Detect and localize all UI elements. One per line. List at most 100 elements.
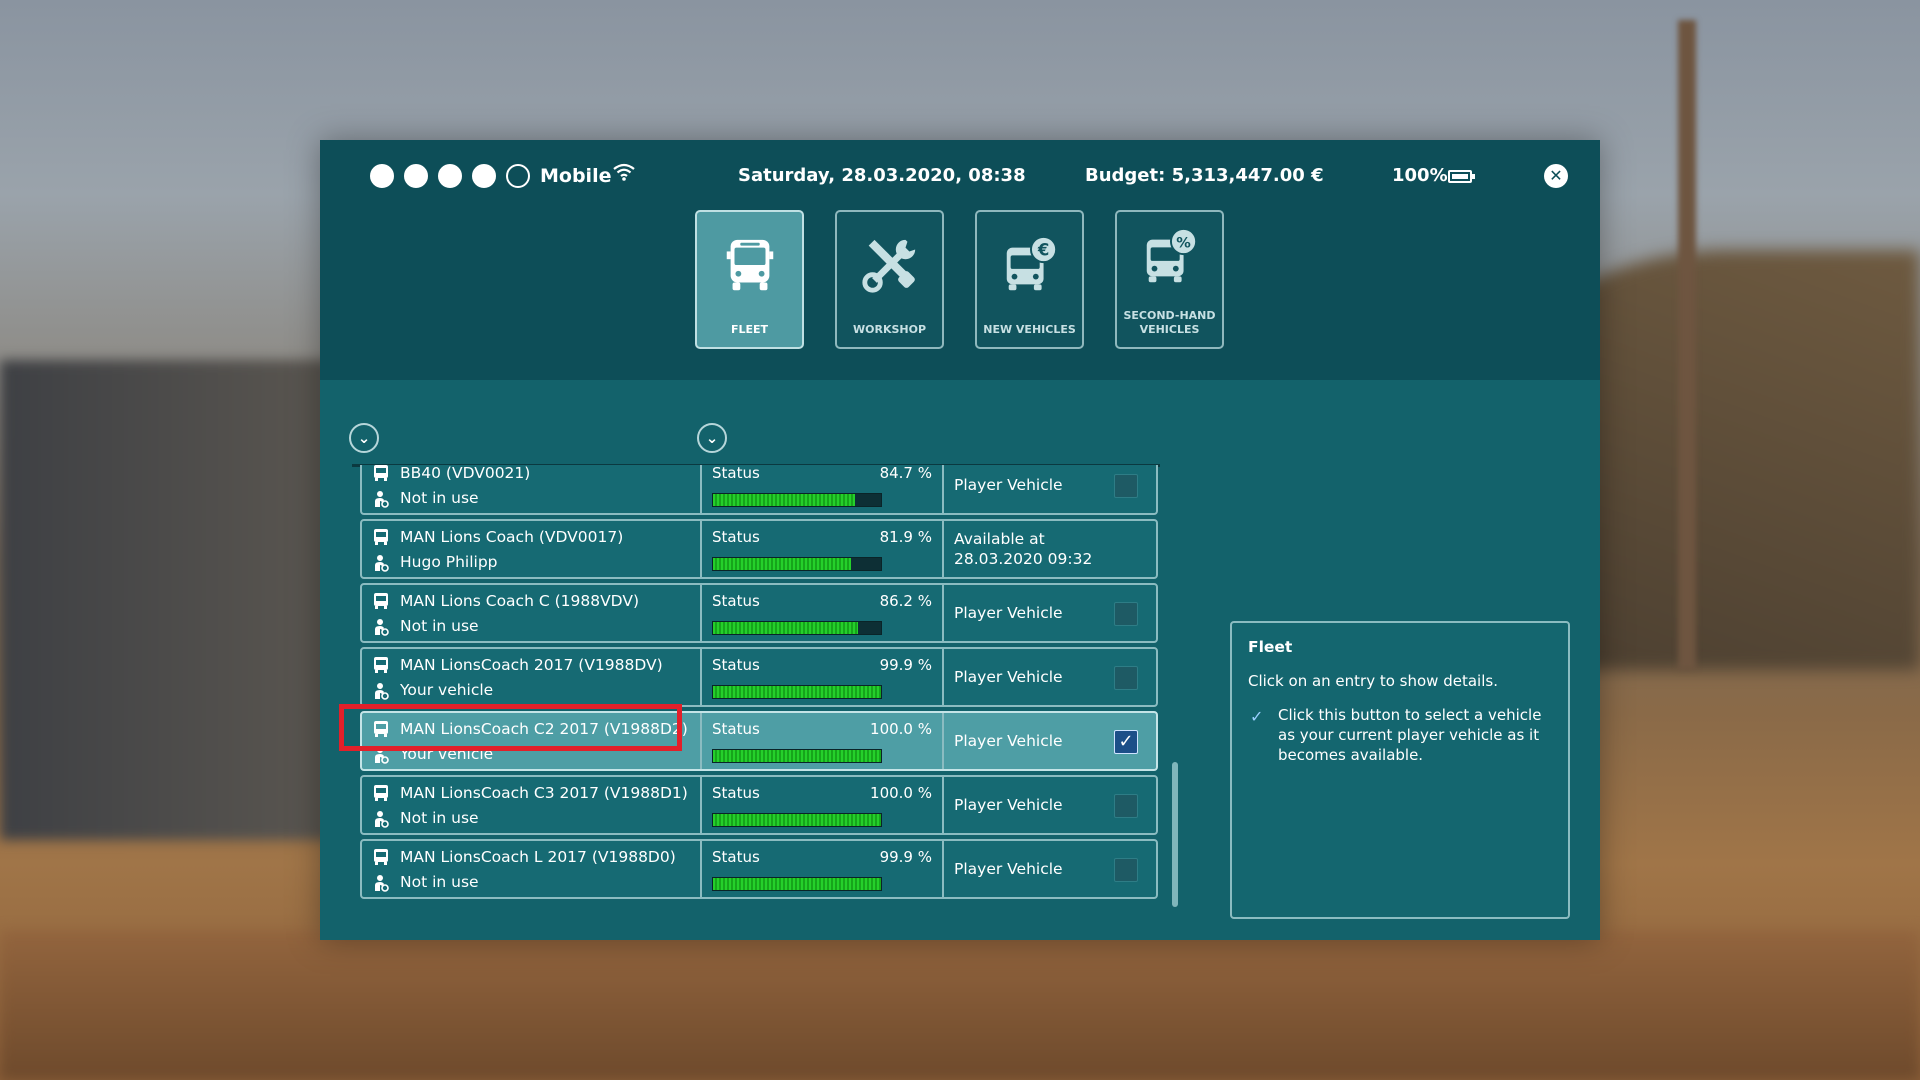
battery-percent: 100% (1392, 165, 1448, 186)
status-bar-fill (713, 558, 851, 570)
vehicle-cell: MAN Lions Coach C (1988VDV) Not in use (362, 585, 702, 641)
status-cell: Status 81.9 % (702, 521, 944, 577)
bus-front-icon (726, 239, 773, 291)
player-vehicle-label: Player Vehicle (954, 476, 1063, 494)
bus-icon (374, 593, 388, 609)
tablet-panel: Mobile Saturday, 28.03.2020, 08:38 Budge… (320, 140, 1600, 940)
status-label: Status (712, 656, 760, 674)
bus-icon (374, 785, 388, 801)
status-percent: 99.9 % (879, 848, 932, 866)
status-label: Status (712, 784, 760, 802)
signal-dot-icon (404, 164, 428, 188)
player-vehicle-checkbox[interactable] (1114, 474, 1138, 498)
vehicle-driver: Your vehicle (400, 681, 494, 699)
status-label: Status (712, 848, 760, 866)
tab-new-vehicles-label: NEW VEHICLES (983, 323, 1076, 336)
tab-second-hand-vehicles[interactable]: % SECOND-HAND VEHICLES (1115, 210, 1224, 349)
driver-icon (375, 875, 389, 892)
fleet-row[interactable]: MAN Lions Coach C (1988VDV) Not in use S… (360, 583, 1158, 643)
driver-icon (375, 683, 389, 700)
status-bar (712, 621, 882, 635)
tab-new-vehicles[interactable]: € NEW VEHICLES (975, 210, 1084, 349)
info-panel: Fleet Click on an entry to show details.… (1230, 621, 1570, 919)
player-vehicle-label: Player Vehicle (954, 668, 1063, 686)
tab-workshop[interactable]: WORKSHOP (835, 210, 944, 349)
status-percent: 86.2 % (879, 592, 932, 610)
background-street-lamp (1678, 20, 1696, 670)
status-percent: 100.0 % (870, 784, 932, 802)
tools-icon (861, 239, 915, 293)
fleet-row[interactable]: BB40 (VDV0021) Not in use Status 84.7 % … (360, 465, 1158, 515)
fleet-row[interactable]: MAN Lions Coach (VDV0017) Hugo Philipp S… (360, 519, 1158, 579)
driver-icon (375, 555, 389, 572)
status-cell: Status 99.9 % (702, 649, 944, 705)
list-scrollbar[interactable] (1172, 762, 1178, 907)
status-cell: Status 100.0 % (702, 713, 944, 769)
sort-vehicle-button[interactable]: ⌄ (349, 423, 379, 453)
vehicle-name: MAN LionsCoach L 2017 (V1988D0) (400, 848, 676, 866)
status-bar-fill (713, 494, 856, 506)
status-percent: 100.0 % (870, 720, 932, 738)
sort-status-button[interactable]: ⌄ (697, 423, 727, 453)
player-vehicle-label: Player Vehicle (954, 796, 1063, 814)
svg-text:%: % (1176, 235, 1191, 251)
tablet-header: Mobile Saturday, 28.03.2020, 08:38 Budge… (320, 140, 1600, 380)
bus-icon (374, 465, 388, 481)
vehicle-name: MAN Lions Coach C (1988VDV) (400, 592, 639, 610)
bus-icon (374, 849, 388, 865)
bus-icon (374, 529, 388, 545)
player-vehicle-label: Player Vehicle (954, 732, 1063, 750)
player-vehicle-cell: Player Vehicle (944, 841, 1158, 897)
tab-fleet-label: FLEET (730, 323, 769, 336)
driver-icon (375, 491, 389, 508)
annotation-highlight-box (339, 704, 682, 751)
info-title: Fleet (1248, 638, 1293, 656)
budget-display: Budget: 5,313,447.00 € (1085, 165, 1324, 186)
player-vehicle-checkbox-checked[interactable]: ✓ (1114, 730, 1138, 754)
status-bar (712, 557, 882, 571)
battery-icon (1448, 170, 1475, 183)
status-bar (712, 749, 882, 763)
tab-fleet[interactable]: FLEET (695, 210, 804, 349)
signal-dot-icon (472, 164, 496, 188)
status-label: Status (712, 592, 760, 610)
driver-icon (375, 811, 389, 828)
vehicle-name: BB40 (VDV0021) (400, 465, 531, 482)
vehicle-cell: MAN Lions Coach (VDV0017) Hugo Philipp (362, 521, 702, 577)
fleet-row[interactable]: MAN LionsCoach 2017 (V1988DV) Your vehic… (360, 647, 1158, 707)
fleet-row[interactable]: MAN LionsCoach C3 2017 (V1988D1) Not in … (360, 775, 1158, 835)
status-bar-fill (713, 686, 881, 698)
vehicle-driver: Hugo Philipp (400, 553, 498, 571)
tab-second-hand-vehicles-label: SECOND-HAND VEHICLES (1123, 309, 1216, 336)
status-percent: 99.9 % (879, 656, 932, 674)
status-label: Status (712, 528, 760, 546)
status-bar (712, 493, 882, 507)
background-ground (0, 930, 1920, 1080)
player-vehicle-checkbox[interactable] (1114, 858, 1138, 882)
status-label: Status (712, 465, 760, 482)
signal-dot-empty-icon (506, 164, 530, 188)
player-vehicle-cell: Player Vehicle (944, 777, 1158, 833)
vehicle-cell: MAN LionsCoach C3 2017 (V1988D1) Not in … (362, 777, 702, 833)
signal-strength-indicator (370, 164, 530, 188)
vehicle-driver: Not in use (400, 617, 479, 635)
signal-dot-icon (370, 164, 394, 188)
status-percent: 84.7 % (879, 465, 932, 482)
nav-tiles: FLEET WORKSHOP € NEW VEHICLES % SECOND-H… (695, 210, 1224, 349)
driver-icon (375, 619, 389, 636)
bus-icon (374, 657, 388, 673)
fleet-row[interactable]: MAN LionsCoach L 2017 (V1988D0) Not in u… (360, 839, 1158, 899)
player-vehicle-cell: Player Vehicle (944, 585, 1158, 641)
availability-label: Available at 28.03.2020 09:32 (954, 530, 1093, 568)
player-vehicle-checkbox[interactable] (1114, 666, 1138, 690)
status-bar-fill (713, 622, 858, 634)
bus-euro-icon: € (1006, 235, 1057, 291)
info-hint: Click this button to select a vehicle as… (1278, 706, 1542, 764)
player-vehicle-checkbox[interactable] (1114, 602, 1138, 626)
player-vehicle-checkbox[interactable] (1114, 794, 1138, 818)
close-button[interactable]: ✕ (1544, 164, 1568, 188)
player-vehicle-cell: Available at 28.03.2020 09:32 (944, 521, 1158, 577)
carrier-label: Mobile (540, 165, 612, 187)
status-percent: 81.9 % (879, 528, 932, 546)
vehicle-cell: MAN LionsCoach L 2017 (V1988D0) Not in u… (362, 841, 702, 897)
